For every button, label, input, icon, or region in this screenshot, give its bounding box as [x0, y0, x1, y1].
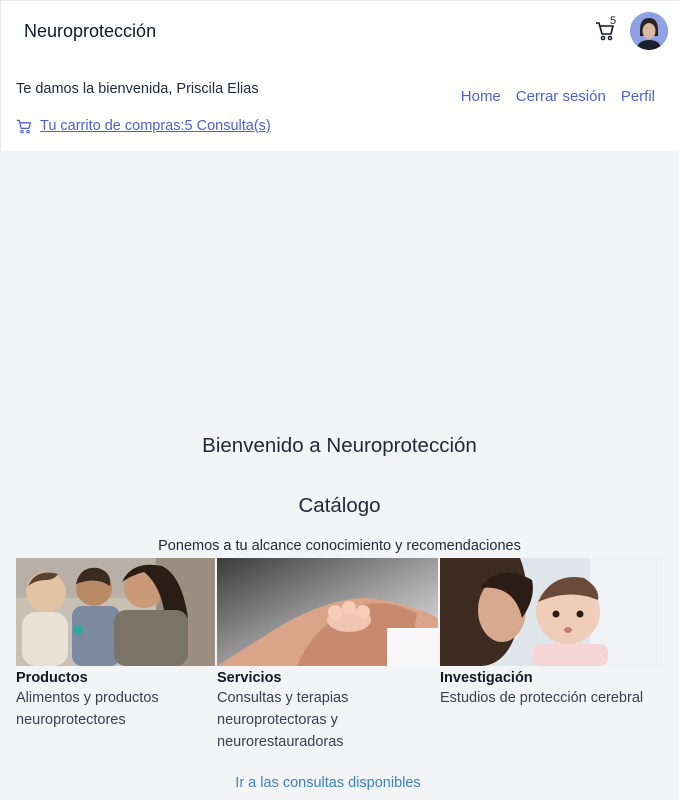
cart-summary: Tu carrito de compras:5 Consulta(s) [16, 118, 271, 134]
welcome-message: Te damos la bienvenida, Priscila Elias [16, 81, 259, 97]
top-nav: Home Cerrar sesión Perfil [461, 88, 655, 105]
card-productos[interactable]: Productos Alimentos y productos neuropro… [16, 558, 215, 731]
page-title: Bienvenido a Neuroprotección [202, 434, 477, 457]
card-title: Servicios [217, 670, 282, 686]
cart-icon [16, 119, 32, 134]
card-investigacion[interactable]: Investigación Estudios de protección cer… [440, 558, 662, 709]
cart-count-badge: 5 [610, 15, 617, 27]
avatar[interactable] [630, 12, 668, 50]
card-description: Estudios de protección cerebral [440, 690, 644, 706]
card-description: Alimentos y productos neuroprotectores [16, 690, 159, 728]
catalog-title: Catálogo [298, 494, 381, 517]
cart-link[interactable]: Tu carrito de compras:5 Consulta(s) [40, 118, 271, 134]
card-image-hands[interactable] [217, 558, 438, 666]
card-image-family[interactable] [16, 558, 215, 666]
view-consultations-link[interactable]: Ir a las consultas disponibles [0, 775, 656, 791]
nav-home[interactable]: Home [461, 88, 501, 105]
card-image-mother-baby[interactable] [440, 558, 662, 666]
top-bar: Neuroprotección 5 Te damos la bienvenida… [0, 0, 679, 151]
card-title: Investigación [440, 670, 533, 686]
card-description: Consultas y terapias neuroprotectoras y … [217, 690, 349, 750]
brand-title[interactable]: Neuroprotección [24, 21, 156, 42]
nav-profile[interactable]: Perfil [621, 88, 655, 105]
catalog-tagline: Ponemos a tu alcance conocimiento y reco… [158, 538, 521, 554]
card-servicios[interactable]: Servicios Consultas y terapias neuroprot… [217, 558, 438, 753]
card-title: Productos [16, 670, 88, 686]
nav-logout[interactable]: Cerrar sesión [516, 88, 606, 105]
